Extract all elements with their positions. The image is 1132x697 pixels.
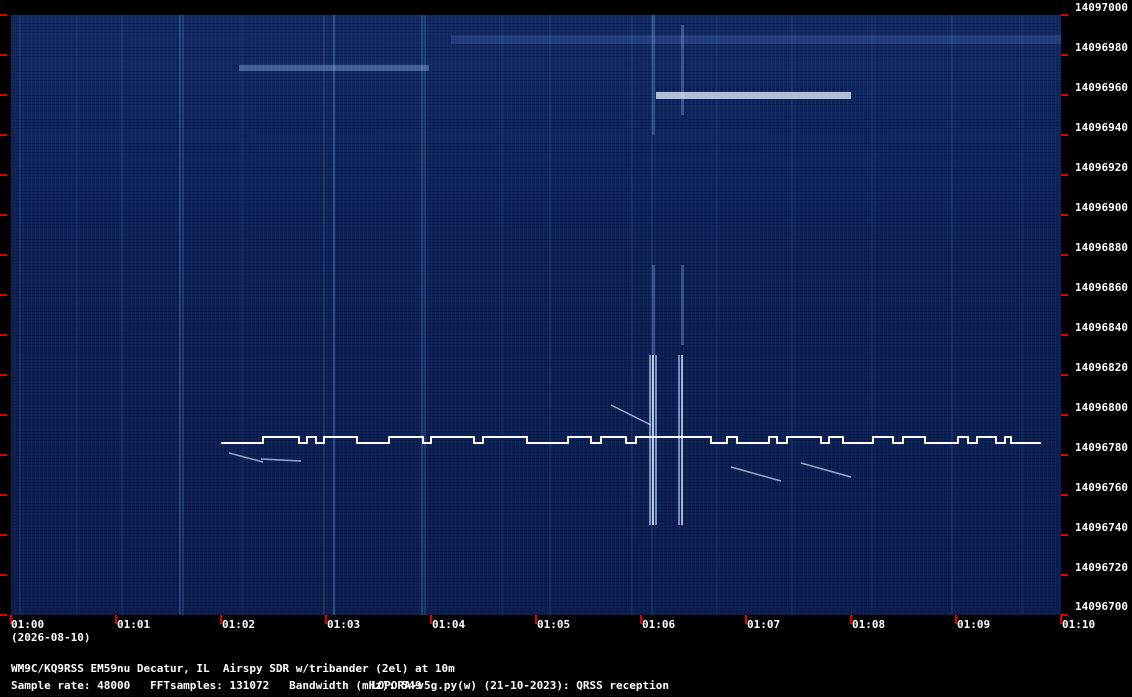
freq-label: 14096980 xyxy=(1075,41,1128,54)
freq-label: 14096760 xyxy=(1075,481,1128,494)
time-label: 01:07 xyxy=(747,618,781,631)
software-info: LOPORA-v5g.py(w) (21-10-2023): QRSS rece… xyxy=(371,679,670,692)
freq-label: 14096800 xyxy=(1075,401,1128,414)
freq-label: 14096780 xyxy=(1075,441,1128,454)
time-label: 01:09 xyxy=(957,618,991,631)
date-label: (2026-08-10) xyxy=(11,631,91,644)
spectrogram-window: 14097000 14096980 14096960 14096940 1409… xyxy=(0,0,1132,697)
time-label: 01:02 xyxy=(222,618,256,631)
time-label: 01:08 xyxy=(852,618,886,631)
freq-label: 14096940 xyxy=(1075,121,1128,134)
time-label: 01:10 xyxy=(1062,618,1096,631)
station-info: WM9C/KQ9RSS EM59nu Decatur, IL Airspy SD… xyxy=(11,662,455,675)
freq-label: 14097000 xyxy=(1075,1,1128,14)
capture-parameters: Sample rate: 48000 FFTsamples: 131072 Ba… xyxy=(11,679,422,692)
freq-label: 14096740 xyxy=(1075,521,1128,534)
time-label: 01:05 xyxy=(537,618,571,631)
time-label: 01:01 xyxy=(117,618,151,631)
time-label: 01:04 xyxy=(432,618,466,631)
freq-label: 14096700 xyxy=(1075,600,1128,613)
time-label: 01:00 xyxy=(11,618,45,631)
freq-label: 14096960 xyxy=(1075,81,1128,94)
freq-label: 14096920 xyxy=(1075,161,1128,174)
freq-label: 14096860 xyxy=(1075,281,1128,294)
freq-label: 14096900 xyxy=(1075,201,1128,214)
time-label: 01:06 xyxy=(642,618,676,631)
freq-label: 14096840 xyxy=(1075,321,1128,334)
freq-label: 14096880 xyxy=(1075,241,1128,254)
freq-label: 14096720 xyxy=(1075,561,1128,574)
axis-ticks xyxy=(0,14,1068,624)
freq-label: 14096820 xyxy=(1075,361,1128,374)
time-label: 01:03 xyxy=(327,618,361,631)
